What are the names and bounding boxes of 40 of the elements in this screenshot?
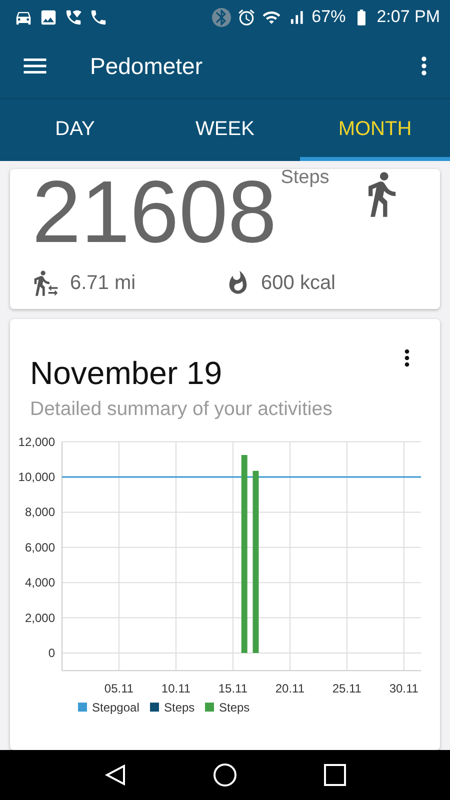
legend-label: Steps xyxy=(164,700,195,715)
tab[interactable]: WEEK xyxy=(150,99,300,161)
axis-label: 12,000 xyxy=(18,434,55,449)
axis-label: 0 xyxy=(48,646,55,660)
legend-swatch xyxy=(150,702,159,712)
legend-swatch xyxy=(205,702,214,712)
home-icon[interactable] xyxy=(212,763,237,787)
axis-label: 15.11 xyxy=(218,682,248,696)
subtitle: Detailed summary of your activities xyxy=(29,397,334,421)
axis-label: 4,000 xyxy=(24,576,55,590)
back-icon[interactable] xyxy=(104,764,126,786)
distance-icon xyxy=(32,269,60,297)
battery-percent: 67% xyxy=(312,7,346,27)
tab[interactable]: MONTH xyxy=(300,99,450,161)
date-title: November 19 xyxy=(30,355,224,392)
steps-unit: Steps xyxy=(280,169,330,187)
axis-label: 8,000 xyxy=(24,505,55,520)
bluetooth-icon xyxy=(212,8,231,26)
tab[interactable]: DAY xyxy=(0,99,150,161)
alarm-icon xyxy=(236,8,256,26)
phone-icon xyxy=(89,8,108,26)
legend-label: Stepgoal xyxy=(92,700,140,715)
wifi-calling-icon xyxy=(64,8,83,26)
axis-label: 30.11 xyxy=(389,682,418,696)
axis-label: 20.11 xyxy=(275,682,304,696)
legend-swatch xyxy=(78,702,87,712)
image-icon xyxy=(39,8,58,26)
calories-value: 600 kcal xyxy=(261,272,336,294)
clock: 2:07 PM xyxy=(376,7,440,27)
legend-label: Steps xyxy=(219,700,250,715)
axis-label: 10,000 xyxy=(18,470,55,484)
axis-label: 05.11 xyxy=(104,682,134,696)
step-count: 21608 xyxy=(32,171,277,253)
axis-label: 6,000 xyxy=(24,540,55,554)
axis-label: 25.11 xyxy=(332,682,362,696)
recents-icon[interactable] xyxy=(324,764,346,786)
app-title: Pedometer xyxy=(90,52,204,80)
distance-value: 6.71 mi xyxy=(70,272,136,294)
axis-label: 10.11 xyxy=(161,682,191,696)
axis-label: 2,000 xyxy=(24,610,55,625)
